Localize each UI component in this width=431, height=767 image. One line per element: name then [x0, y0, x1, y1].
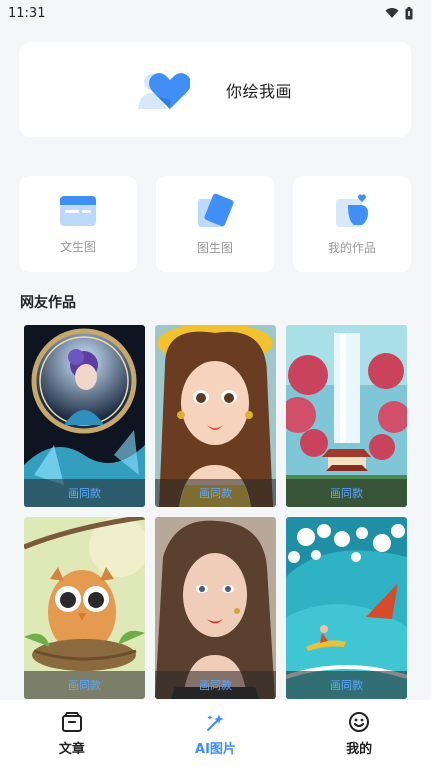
image-image-icon	[198, 193, 234, 227]
image-to-image-button[interactable]: 图生图	[156, 176, 274, 272]
draw-same-button[interactable]: 画同款	[155, 671, 276, 699]
draw-same-button[interactable]: 画同款	[24, 671, 145, 699]
status-icons	[385, 6, 413, 20]
tab-label: 文章	[58, 741, 85, 757]
text-to-image-button[interactable]: 文生图	[19, 176, 137, 272]
my-works-button[interactable]: 我的作品	[293, 176, 411, 272]
work-card[interactable]: 画同款	[24, 325, 145, 507]
tab-ai-image[interactable]: AI图片	[165, 711, 265, 757]
my-works-icon	[336, 193, 368, 227]
bottom-tab-bar: 文章 AI图片 我的	[0, 700, 431, 767]
work-card[interactable]: 画同款	[155, 517, 276, 699]
battery-icon	[405, 6, 413, 19]
status-bar: 11:31	[0, 0, 431, 26]
work-card[interactable]: 画同款	[286, 517, 407, 699]
ai-magic-icon	[207, 713, 225, 731]
draw-same-button[interactable]: 画同款	[286, 671, 407, 699]
work-card[interactable]: 画同款	[155, 325, 276, 507]
tool-label: 我的作品	[327, 240, 376, 255]
work-card[interactable]: 画同款	[24, 517, 145, 699]
smiley-face-icon	[349, 711, 370, 732]
tool-label: 文生图	[59, 239, 96, 254]
draw-together-banner[interactable]: 你绘我画	[19, 42, 411, 137]
tool-label: 图生图	[196, 240, 233, 255]
article-box-icon	[61, 711, 82, 732]
status-time: 11:31	[8, 5, 46, 21]
banner-title: 你绘我画	[225, 81, 292, 101]
draw-same-button[interactable]: 画同款	[24, 479, 145, 507]
tab-article[interactable]: 文章	[22, 711, 122, 757]
draw-same-button[interactable]: 画同款	[286, 479, 407, 507]
draw-same-button[interactable]: 画同款	[155, 479, 276, 507]
works-grid: 画同款 画同款 画同款 画同款 画同款 画同款	[24, 325, 407, 699]
tab-label: 我的	[346, 741, 373, 757]
text-image-icon	[60, 195, 96, 226]
tab-mine[interactable]: 我的	[309, 711, 409, 757]
tool-row: 文生图 图生图 我的作品	[19, 176, 411, 272]
wifi-icon	[385, 8, 399, 18]
section-title: 网友作品	[20, 295, 76, 311]
tab-label: AI图片	[195, 741, 236, 757]
heart-person-icon	[137, 72, 190, 109]
work-card[interactable]: 画同款	[286, 325, 407, 507]
